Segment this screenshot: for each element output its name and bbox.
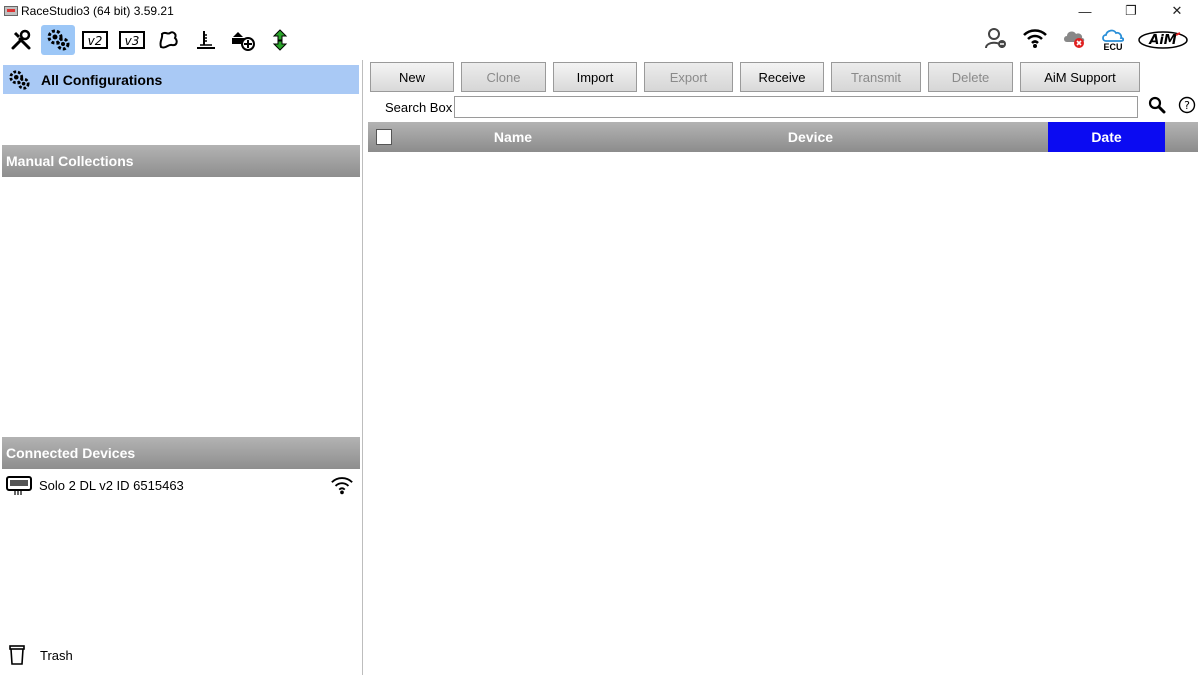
download-button[interactable] bbox=[226, 25, 260, 55]
svg-text:AiM: AiM bbox=[1148, 33, 1177, 48]
app-icon bbox=[4, 6, 18, 16]
help-icon: ? bbox=[1179, 96, 1196, 113]
clone-button[interactable]: Clone bbox=[461, 62, 546, 92]
column-header-name[interactable]: Name bbox=[408, 122, 618, 152]
aim-logo-icon: AiM bbox=[1138, 31, 1188, 49]
close-button[interactable]: ✕ bbox=[1154, 0, 1200, 22]
v2-devices-button[interactable]: v2 bbox=[78, 25, 112, 55]
import-button[interactable]: Import bbox=[553, 62, 637, 92]
window-title: RaceStudio3 (64 bit) 3.59.21 bbox=[21, 4, 174, 18]
toolbar-status-area: ECU AiM bbox=[984, 22, 1188, 58]
search-icon bbox=[1149, 96, 1166, 113]
aim-support-button[interactable]: AiM Support bbox=[1020, 62, 1140, 92]
ecu-cloud-icon bbox=[1102, 29, 1124, 42]
device-logger-icon bbox=[6, 476, 32, 495]
v3-device-icon: v3 bbox=[119, 31, 145, 49]
firmware-icon bbox=[197, 31, 215, 49]
wifi-status-button[interactable] bbox=[1022, 27, 1048, 54]
firmware-button[interactable] bbox=[189, 25, 223, 55]
svg-text:v3: v3 bbox=[125, 34, 140, 48]
configurations-button[interactable] bbox=[41, 25, 75, 55]
gear-icon bbox=[9, 69, 30, 90]
sidebar-item-label: All Configurations bbox=[41, 71, 163, 88]
search-input[interactable] bbox=[454, 96, 1139, 118]
search-button[interactable] bbox=[1148, 96, 1166, 119]
configurations-table-header: Name Device Date bbox=[368, 122, 1198, 152]
receive-button[interactable]: Receive bbox=[740, 62, 824, 92]
action-bar: New Clone Import Export Receive Transmit… bbox=[370, 62, 1147, 92]
transfer-arrows-icon bbox=[272, 29, 288, 51]
wifi-icon bbox=[331, 477, 353, 495]
download-device-icon bbox=[232, 32, 255, 51]
manual-collections-header[interactable]: Manual Collections bbox=[2, 145, 360, 177]
column-header-device[interactable]: Device bbox=[698, 122, 923, 152]
sidebar-item-all-configurations[interactable]: All Configurations bbox=[3, 65, 359, 94]
ecu-button[interactable]: ECU bbox=[1102, 29, 1124, 52]
v2-device-icon: v2 bbox=[82, 31, 108, 49]
transfer-button[interactable] bbox=[263, 25, 297, 55]
delete-button[interactable]: Delete bbox=[928, 62, 1013, 92]
wrench-screwdriver-icon bbox=[11, 29, 31, 50]
sidebar-item-trash[interactable]: Trash bbox=[0, 640, 200, 670]
main-toolbar: v2 v3 ECU AiM bbox=[0, 22, 1200, 58]
transmit-button[interactable]: Transmit bbox=[831, 62, 921, 92]
window-controls: — ❐ ✕ bbox=[1062, 0, 1200, 22]
search-row: Search Box ? bbox=[370, 96, 1200, 118]
cloud-error-icon bbox=[1064, 31, 1085, 48]
column-header-date[interactable]: Date bbox=[1048, 122, 1165, 152]
cloud-status-button[interactable] bbox=[1062, 26, 1088, 55]
v3-devices-button[interactable]: v3 bbox=[115, 25, 149, 55]
gear-configurations-icon bbox=[47, 29, 70, 51]
aim-logo: AiM bbox=[1138, 30, 1188, 50]
title-bar: RaceStudio3 (64 bit) 3.59.21 — ❐ ✕ bbox=[0, 0, 1200, 22]
search-label: Search Box bbox=[385, 99, 453, 115]
wifi-icon bbox=[1023, 28, 1047, 48]
device-item-solo-2-dl[interactable]: Solo 2 DL v2 ID 6515463 bbox=[0, 470, 362, 500]
configurations-table-body bbox=[368, 152, 1198, 672]
select-all-checkbox[interactable] bbox=[376, 129, 392, 145]
help-button[interactable]: ? bbox=[1178, 96, 1196, 119]
user-remove-icon bbox=[985, 27, 1006, 48]
connected-devices-header: Connected Devices bbox=[2, 437, 360, 469]
export-button[interactable]: Export bbox=[644, 62, 733, 92]
device-label: Solo 2 DL v2 ID 6515463 bbox=[39, 477, 184, 493]
trash-icon bbox=[9, 645, 25, 665]
svg-text:v2: v2 bbox=[88, 34, 103, 48]
sidebar: All Configurations Manual Collections Co… bbox=[0, 60, 363, 675]
ecu-label: ECU bbox=[1103, 41, 1123, 52]
new-button[interactable]: New bbox=[370, 62, 454, 92]
svg-text:?: ? bbox=[1184, 99, 1190, 112]
restore-button[interactable]: ❐ bbox=[1108, 0, 1154, 22]
trash-label: Trash bbox=[40, 647, 73, 663]
tracks-button[interactable] bbox=[152, 25, 186, 55]
track-map-icon bbox=[159, 31, 178, 49]
user-status-button[interactable] bbox=[984, 26, 1008, 55]
minimize-button[interactable]: — bbox=[1062, 0, 1108, 22]
tools-button[interactable] bbox=[4, 25, 38, 55]
